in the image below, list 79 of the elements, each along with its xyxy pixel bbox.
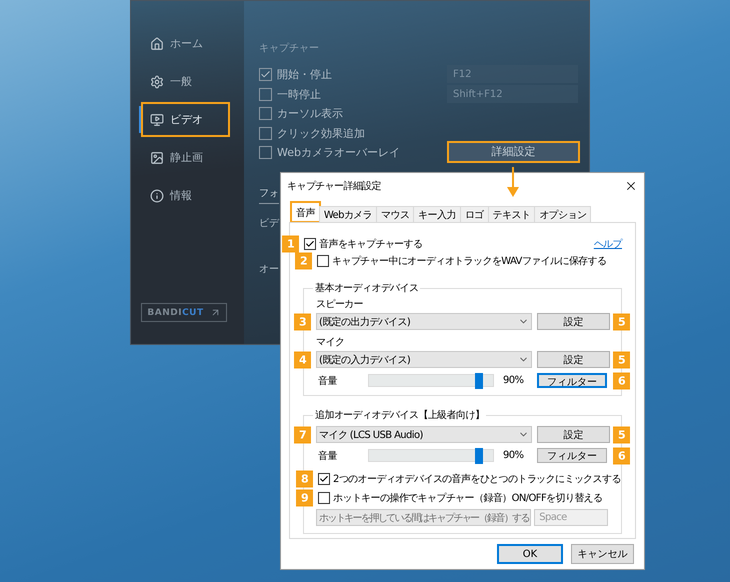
settings-button[interactable]: 設定: [537, 351, 610, 368]
checkbox-label: カーソル表示: [277, 106, 343, 122]
device-label: スピーカー: [316, 298, 364, 311]
volume-slider[interactable]: [368, 449, 494, 462]
checkbox-label: 音声をキャプチャーする: [319, 238, 422, 250]
monitor-play-icon: [150, 112, 164, 126]
slider-thumb[interactable]: [475, 373, 484, 389]
slider-thumb[interactable]: [475, 448, 484, 464]
tab[interactable]: ロゴ: [460, 206, 489, 222]
sidebar-item[interactable]: ホーム: [141, 26, 230, 61]
checkbox[interactable]: [259, 146, 272, 160]
section-title: フォ: [259, 186, 279, 204]
sidebar-item[interactable]: 情報: [141, 178, 230, 213]
number-badge: 8: [296, 470, 313, 487]
device-dropdown[interactable]: (既定の出力デバイス): [316, 313, 532, 330]
volume-reading: 90%: [502, 450, 524, 461]
group-title: 追加オーディオデバイス【上級者向け】: [314, 408, 486, 422]
checkbox-label: キャプチャー中にオーディオトラックをWAVファイルに保存する: [332, 254, 606, 268]
checkbox-label: 開始・停止: [277, 67, 332, 82]
filter-button[interactable]: フィルター: [537, 373, 607, 388]
tab[interactable]: テキスト: [488, 206, 536, 222]
number-badge: 5: [613, 313, 630, 330]
device-dropdown[interactable]: マイク (LCS USB Audio): [316, 426, 532, 443]
settings-button[interactable]: 設定: [537, 313, 610, 330]
filter-button[interactable]: フィルター: [537, 448, 607, 463]
arrow-up-right-icon: [210, 307, 221, 318]
gear-icon: [150, 74, 164, 88]
number-badge: 1: [282, 235, 299, 252]
checkbox-label: Webカメラオーバーレイ: [277, 145, 400, 160]
number-badge: 4: [294, 351, 311, 368]
section-title: キャプチャー: [259, 42, 320, 55]
volume-slider[interactable]: [368, 374, 494, 387]
group-title: 基本オーディオデバイス: [314, 282, 420, 295]
device-label: マイク: [316, 336, 346, 349]
sidebar-item[interactable]: 一般: [141, 64, 230, 99]
number-badge: 6: [613, 447, 630, 464]
info-icon: [150, 188, 164, 202]
cancel-button[interactable]: キャンセル: [571, 544, 634, 564]
image-icon: [150, 150, 164, 164]
number-badge: 3: [294, 313, 311, 330]
number-badge: 5: [613, 351, 630, 368]
checkbox[interactable]: [318, 492, 330, 504]
advanced-settings-button[interactable]: 詳細設定: [447, 140, 580, 162]
house-icon: [150, 36, 164, 50]
tab[interactable]: キー入力: [413, 206, 461, 222]
volume-label: 音量: [317, 450, 338, 462]
tab[interactable]: Webカメラ: [318, 206, 378, 222]
sidebar-item[interactable]: ビデオ: [141, 102, 230, 137]
number-badge: 7: [294, 426, 311, 443]
checkbox-label: 一時停止: [277, 86, 321, 102]
window-title: キャプチャー詳細設定: [287, 180, 382, 192]
number-badge: 6: [613, 372, 630, 389]
number-badge: 5: [613, 426, 630, 443]
number-badge: 9: [296, 489, 313, 506]
ok-button[interactable]: OK: [497, 544, 563, 564]
volume-label: 音量: [317, 374, 338, 388]
number-badge: 2: [295, 252, 312, 269]
tab[interactable]: マウス: [376, 206, 414, 222]
checkbox-label: 2つのオーディオデバイスの音声をひとつのトラックにミックスする: [333, 472, 621, 486]
tab[interactable]: オプション: [534, 206, 592, 222]
checkbox[interactable]: [318, 472, 330, 484]
logo-button[interactable]: BANDICUT: [141, 303, 227, 322]
checkbox-label: ホットキーの操作でキャプチャー（録音）ON/OFFを切り替える: [333, 492, 602, 504]
setting-label: ビデ: [259, 216, 279, 230]
checkbox[interactable]: [259, 68, 272, 82]
settings-button[interactable]: 設定: [537, 426, 610, 443]
help-link[interactable]: ヘルプ: [594, 236, 622, 250]
volume-reading: 90%: [502, 375, 524, 386]
checkbox[interactable]: [259, 88, 272, 101]
sidebar-item[interactable]: 静止画: [141, 140, 230, 175]
tab[interactable]: 音声: [291, 202, 320, 222]
checkbox[interactable]: [317, 254, 329, 266]
device-dropdown[interactable]: (既定の入力デバイス): [316, 351, 532, 368]
pointer-arrow: [507, 167, 519, 197]
checkbox[interactable]: [304, 238, 316, 250]
setting-label: オー: [259, 262, 279, 276]
checkbox-label: クリック効果追加: [277, 126, 365, 141]
checkbox[interactable]: [259, 126, 272, 140]
checkbox[interactable]: [259, 107, 272, 120]
